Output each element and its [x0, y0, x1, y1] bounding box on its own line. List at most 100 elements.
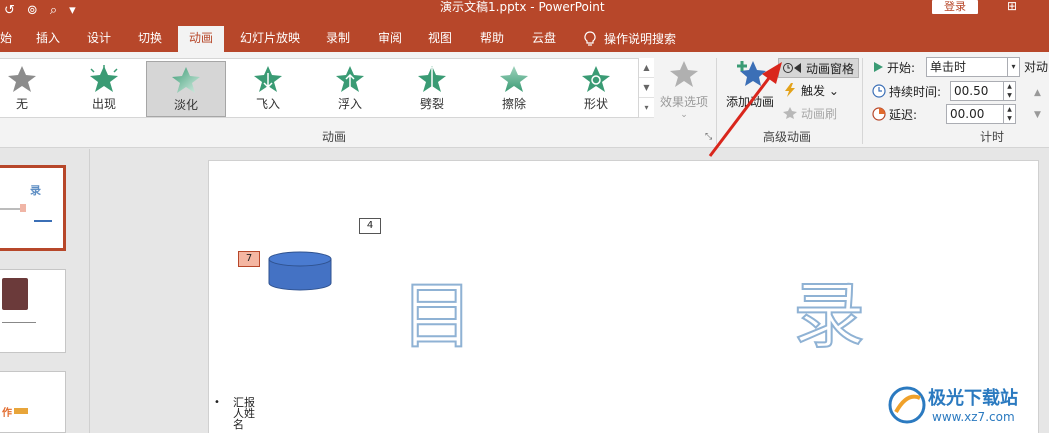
animation-pane-label: 动画窗格 [806, 61, 855, 76]
anim-shape-label: 形状 [583, 97, 608, 111]
anim-float-in-label: 浮入 [337, 97, 362, 111]
trigger-label: 触发 ⌄ [801, 83, 839, 98]
anim-shape[interactable]: 形状 [556, 61, 636, 117]
star-grey-icon [8, 66, 36, 92]
anim-wipe-label: 擦除 [501, 97, 526, 111]
thumbnail-bar [34, 220, 52, 222]
duration-row: 持续时间: [872, 80, 941, 102]
tab-insert[interactable]: 插入 [26, 26, 70, 52]
delay-spinner[interactable]: ▲ ▼ [1003, 105, 1015, 123]
anim-fade-label: 淡化 [173, 98, 198, 112]
animation-order-tag[interactable]: 4 [359, 218, 381, 234]
anim-appear[interactable]: 出现 [64, 61, 144, 117]
start-label: 开始: [887, 60, 916, 75]
autosave-icon[interactable]: ↺ [4, 0, 15, 22]
tab-home[interactable]: 始 [0, 26, 14, 52]
move-later-icon[interactable]: ▼ [1034, 104, 1041, 126]
gallery-scroll-up-icon[interactable]: ▲ [639, 58, 654, 78]
gallery-scrollbar[interactable]: ▲ ▼ ▾ [638, 58, 654, 118]
thumbnail-title: 录 [30, 184, 41, 197]
thumbnail-line [2, 322, 36, 323]
tab-view[interactable]: 视图 [418, 26, 462, 52]
star-split-icon [418, 66, 446, 92]
start-value: 单击时 [930, 60, 967, 74]
reorder-animation-label: 对动 [1024, 60, 1049, 74]
document-title: 演示文稿1.pptx - PowerPoint [440, 0, 605, 14]
title-char-right[interactable]: 录 [792, 257, 866, 362]
login-button[interactable]: 登录 [932, 0, 978, 14]
anim-float-in[interactable]: 浮入 [310, 61, 390, 117]
tab-record[interactable]: 录制 [316, 26, 360, 52]
tab-animations[interactable]: 动画 [178, 26, 224, 52]
thumbnail-title: 作 [2, 408, 12, 419]
anim-split[interactable]: 劈裂 [392, 61, 472, 117]
title-bar: ↺ ⊚ ⌕ ▾ 演示文稿1.pptx - PowerPoint 登录 ⊞ [0, 0, 1049, 22]
delay-input[interactable]: 00.00 ▲ ▼ [946, 104, 1016, 124]
quick-access-toolbar: ↺ ⊚ ⌕ ▾ [0, 0, 76, 22]
star-burst-icon [90, 65, 118, 92]
delay-value: 00.00 [950, 107, 985, 121]
watermark-url: www.xz7.com [932, 410, 1015, 424]
title-char-left[interactable]: 目 [400, 257, 474, 362]
start-row: 开始: [872, 56, 915, 78]
group-divider [862, 58, 863, 144]
star-wipe-icon [500, 66, 528, 92]
gallery-scroll-down-icon[interactable]: ▼ [639, 78, 654, 98]
delay-clock-icon [872, 107, 886, 121]
animation-pane-button[interactable]: 动画窗格 [778, 58, 860, 78]
start-combo[interactable]: 单击时 ▾ [926, 57, 1020, 77]
animation-group-label: 动画 [322, 130, 347, 144]
anim-wipe[interactable]: 擦除 [474, 61, 554, 117]
effect-options-icon [670, 61, 698, 87]
reorder-arrows: ▲ ▼ [1034, 82, 1041, 126]
anim-fade[interactable]: 淡化 [146, 61, 226, 117]
animation-order-tag[interactable]: 7 [238, 251, 260, 267]
present-from-beginning-icon[interactable]: ⊚ [27, 0, 38, 22]
watermark: 极光下载站 www.xz7.com [888, 384, 1048, 430]
tell-me-label: 操作说明搜索 [604, 32, 677, 46]
slide-thumbnail[interactable]: 作 [0, 371, 66, 433]
thumbnail-line [0, 208, 22, 210]
print-preview-icon[interactable]: ⌕ [50, 0, 57, 22]
anim-none-label: 无 [15, 97, 28, 111]
restore-window-icon[interactable]: ⊞ [1004, 0, 1020, 14]
star-fade-icon [172, 67, 200, 93]
slide-thumbnail[interactable] [0, 269, 66, 353]
ribbon-tabs: 始 插入 设计 切换 动画 幻灯片放映 录制 审阅 视图 帮助 云盘 操作说明搜… [0, 22, 1049, 52]
duration-label: 持续时间: [889, 84, 942, 99]
tab-help[interactable]: 帮助 [470, 26, 514, 52]
thumbnail-mark [14, 408, 28, 414]
thumbnail-mark [20, 204, 26, 212]
tab-transitions[interactable]: 切换 [128, 26, 172, 52]
cylinder-shape[interactable] [268, 251, 332, 291]
animation-gallery: 无 出现 淡化 飞入 浮入 劈裂 擦除 形状 [0, 58, 654, 118]
tab-review[interactable]: 审阅 [368, 26, 412, 52]
clock-icon [872, 84, 886, 98]
slide-thumbnail-pane: 录 作 [0, 149, 90, 433]
tab-slideshow[interactable]: 幻灯片放映 [232, 26, 308, 52]
delay-row: 延迟: [872, 103, 917, 125]
star-float-icon [336, 66, 364, 92]
tab-design[interactable]: 设计 [78, 26, 120, 52]
delay-label: 延迟: [889, 107, 918, 122]
customize-qat-icon[interactable]: ▾ [69, 0, 76, 22]
slide-thumbnail[interactable]: 录 [0, 165, 66, 251]
gallery-more-icon[interactable]: ▾ [639, 98, 654, 118]
anim-fly-in[interactable]: 飞入 [228, 61, 308, 117]
bullet-mark: • [214, 397, 220, 408]
animation-painter-label: 动画刷 [801, 106, 838, 121]
ribbon-panel: 无 出现 淡化 飞入 浮入 劈裂 擦除 形状 ▲ ▼ ▾ 效果选项 ⌄ 动画 ⤡… [0, 52, 1049, 148]
tab-cloud[interactable]: 云盘 [522, 26, 566, 52]
presenter-name-text[interactable]: 汇报人姓名 [233, 397, 263, 430]
anim-fly-in-label: 飞入 [255, 97, 280, 111]
tell-me-search[interactable]: 操作说明搜索 [584, 26, 676, 52]
chevron-down-icon[interactable]: ▾ [1007, 58, 1019, 76]
anim-none[interactable]: 无 [0, 61, 62, 117]
star-fly-icon [254, 66, 282, 92]
duration-spinner[interactable]: ▲ ▼ [1003, 82, 1015, 100]
watermark-logo-icon [888, 386, 926, 424]
duration-value: 00.50 [954, 84, 989, 98]
move-earlier-icon[interactable]: ▲ [1034, 82, 1041, 104]
duration-input[interactable]: 00.50 ▲ ▼ [950, 81, 1016, 101]
play-icon [874, 62, 883, 72]
